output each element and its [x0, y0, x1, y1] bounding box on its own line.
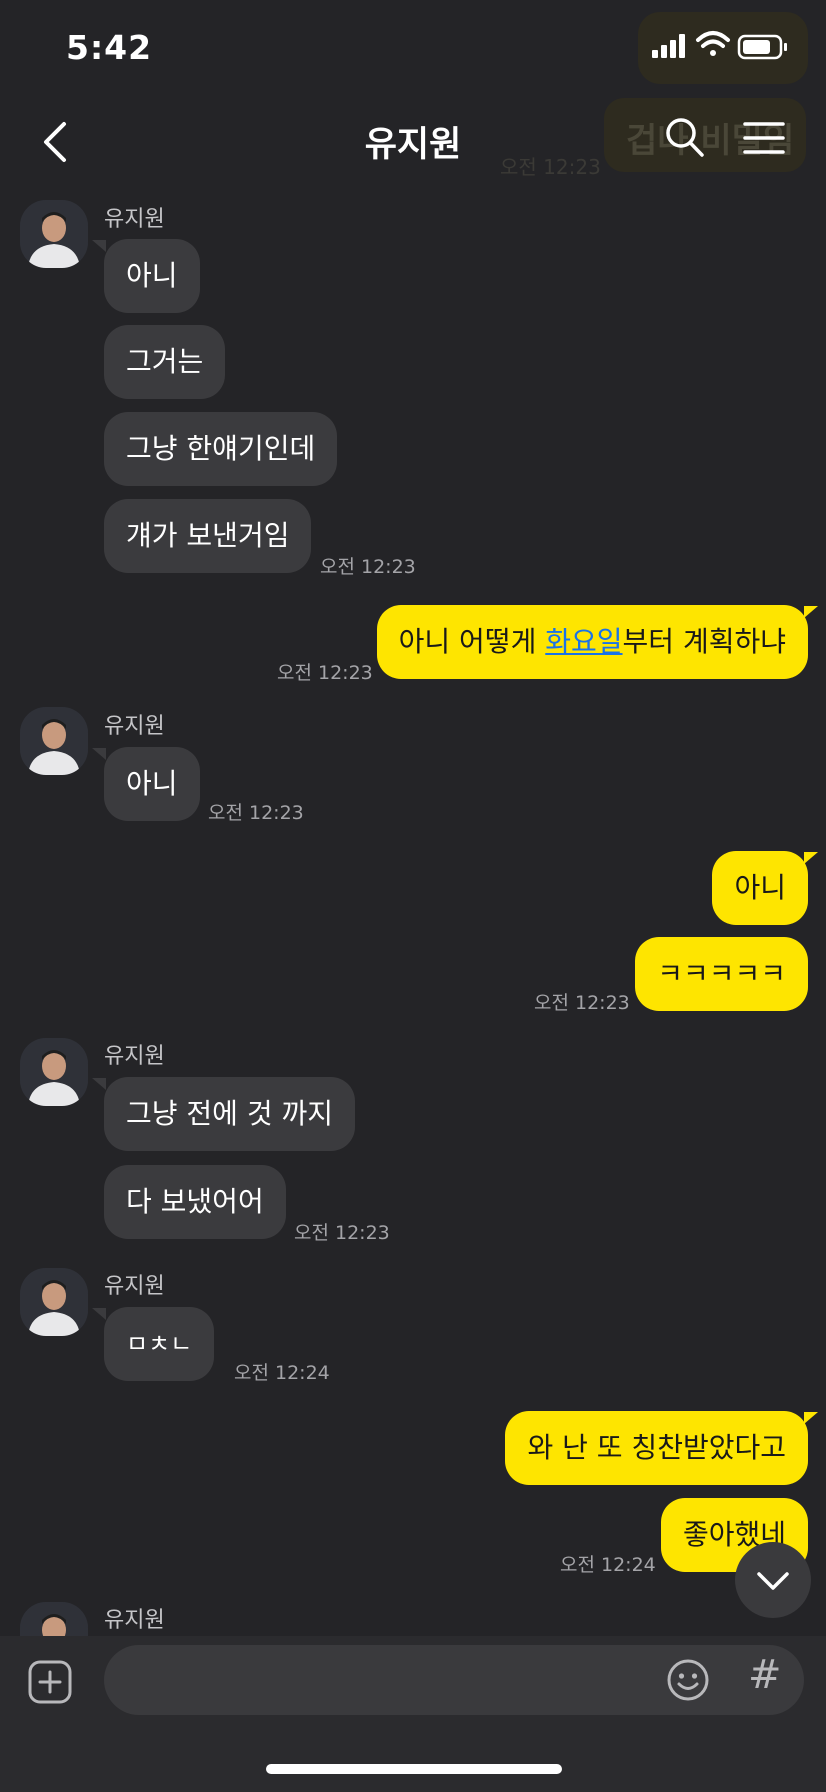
message-timestamp: 오전 12:23: [277, 662, 373, 684]
bubble-tail: [804, 1412, 818, 1424]
chevron-down-icon: [757, 1572, 789, 1590]
message-text: 부터 계획하냐: [622, 625, 786, 658]
message-bubble[interactable]: ㅁㅊㄴ: [104, 1307, 215, 1381]
bubble-tail: [804, 606, 818, 618]
scroll-to-bottom-button[interactable]: [735, 1542, 811, 1618]
message-timestamp: 오전 12:23: [208, 802, 304, 824]
message-bubble[interactable]: 다 보냈어어: [104, 1165, 286, 1239]
sender-name: 유지원: [104, 207, 165, 232]
message-text: 아니 어떻게: [398, 625, 546, 658]
bubble-tail: [92, 1078, 106, 1090]
status-icons-area: [638, 12, 808, 84]
avatar-photo-icon: [20, 1268, 88, 1336]
menu-button[interactable]: [742, 120, 786, 156]
message-timestamp: 오전 12:23: [534, 992, 630, 1014]
date-link[interactable]: 화요일: [545, 625, 622, 658]
message-bubble[interactable]: 그냥 전에 것 까지: [104, 1077, 356, 1151]
avatar[interactable]: [20, 707, 88, 775]
cellular-signal-icon: [652, 34, 685, 58]
message-timestamp: 오전 12:24: [560, 1554, 656, 1576]
avatar-photo-icon: [20, 200, 88, 268]
sender-name: 유지원: [104, 1608, 165, 1633]
status-icons: [652, 31, 787, 60]
emoji-button[interactable]: [666, 1658, 710, 1702]
message-timestamp: 오전 12:23: [320, 556, 416, 578]
status-time: 5:42: [66, 28, 153, 67]
bubble-tail: [804, 852, 818, 864]
plus-square-icon: [28, 1660, 72, 1704]
wifi-icon: [696, 31, 730, 56]
message-bubble[interactable]: 아니: [104, 747, 200, 821]
message-bubble[interactable]: 와 난 또 칭찬받았다고: [505, 1411, 808, 1485]
sender-name: 유지원: [104, 1274, 165, 1299]
bubble-tail: [92, 240, 106, 252]
message-bubble[interactable]: 아니 어떻게 화요일부터 계획하냐: [376, 605, 808, 679]
message-timestamp: 오전 12:23: [294, 1222, 390, 1244]
bubble-tail: [92, 748, 106, 760]
attach-button[interactable]: [28, 1660, 72, 1704]
hamburger-menu-icon: [743, 122, 785, 154]
avatar-photo-icon: [20, 1038, 88, 1106]
search-button[interactable]: [664, 116, 706, 160]
message-bubble[interactable]: ㅋㅋㅋㅋㅋ: [635, 937, 808, 1011]
smiley-icon: [667, 1659, 709, 1701]
avatar[interactable]: [20, 1038, 88, 1106]
avatar-photo-icon: [20, 707, 88, 775]
message-bubble[interactable]: 아니: [712, 851, 808, 925]
sender-name: 유지원: [104, 714, 165, 739]
home-indicator: [266, 1764, 562, 1774]
message-bubble[interactable]: 걔가 보낸거임: [104, 499, 312, 573]
bubble-tail: [92, 1308, 106, 1320]
avatar[interactable]: [20, 200, 88, 268]
message-bubble[interactable]: 그냥 한얘기인데: [104, 412, 338, 486]
avatar[interactable]: [20, 1268, 88, 1336]
sender-name: 유지원: [104, 1044, 165, 1069]
search-icon: [666, 118, 704, 157]
hashtag-search-button[interactable]: #: [748, 1652, 782, 1698]
battery-icon: [737, 34, 787, 60]
message-bubble[interactable]: 아니: [104, 239, 200, 313]
message-timestamp: 오전 12:24: [234, 1362, 330, 1384]
message-bubble[interactable]: 그거는: [104, 325, 226, 399]
